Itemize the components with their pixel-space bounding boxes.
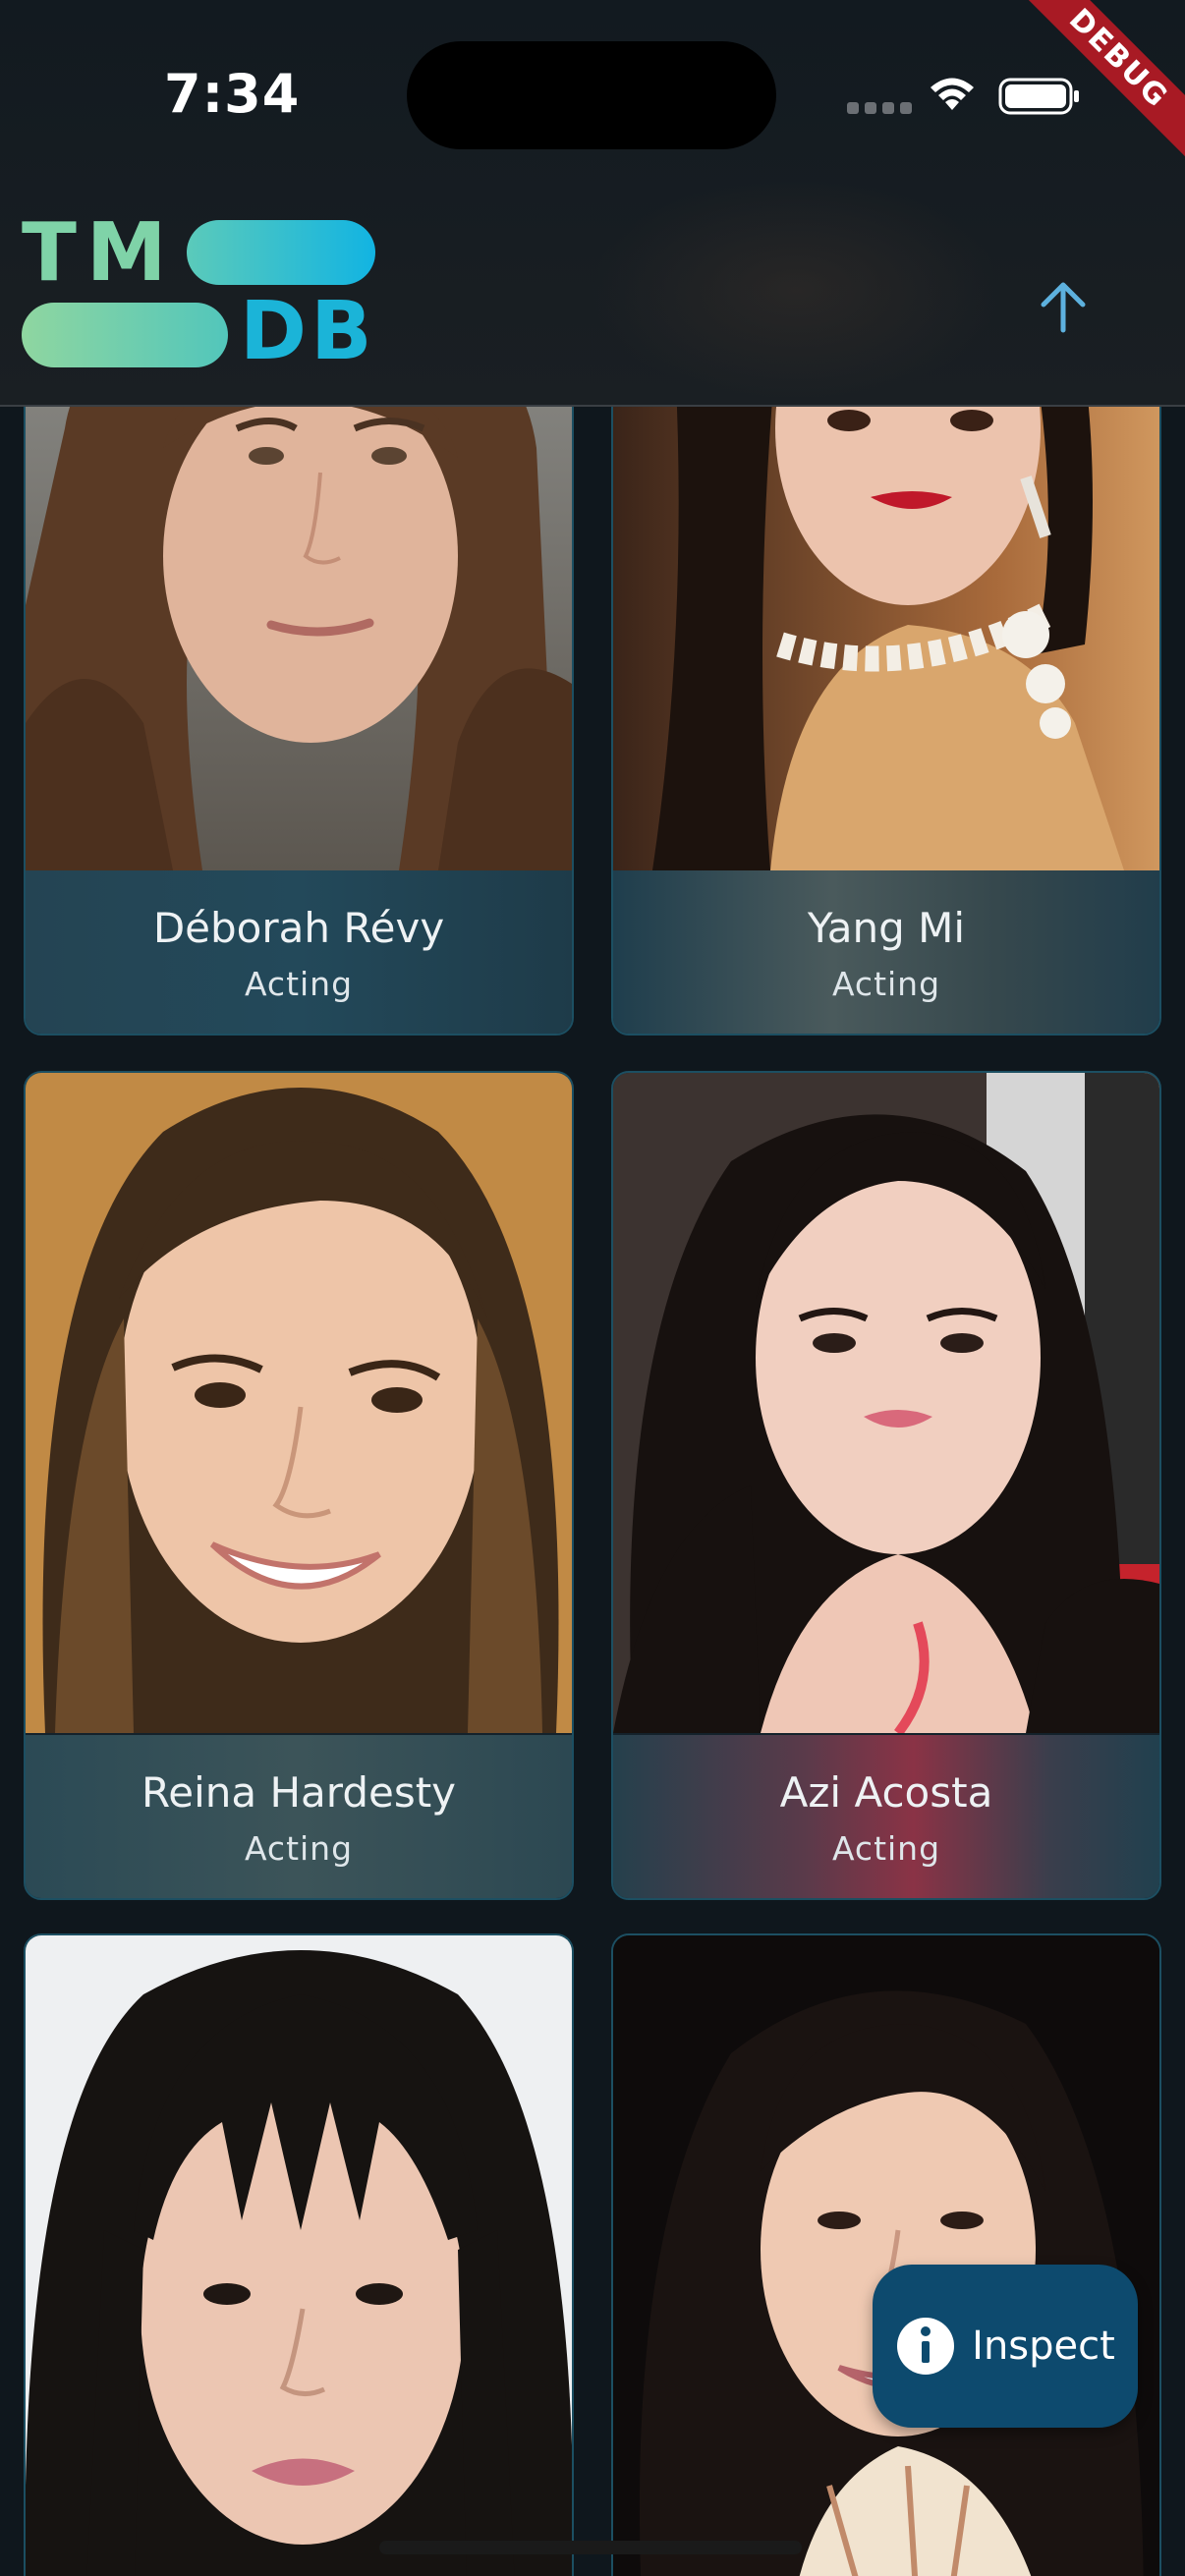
profile-photo [26,1935,572,2576]
person-card[interactable] [611,1933,1161,2576]
person-department: Acting [244,965,354,1003]
person-card[interactable] [24,1933,574,2576]
card-caption: Déborah Révy Acting [26,870,572,1034]
person-department: Acting [244,1829,354,1868]
tmdb-logo: TM DB [22,206,375,378]
status-bar: 7:34 [0,0,1185,172]
person-card-azi-acosta[interactable]: Azi Acosta Acting [611,1071,1161,1900]
cellular-signal-icon [847,102,912,114]
home-indicator[interactable] [379,2541,802,2554]
person-card-deborah-revy[interactable]: Déborah Révy Acting [24,308,574,1036]
logo-text-tm: TM [22,206,177,300]
profile-photo [613,1073,1159,1733]
person-department: Acting [831,965,941,1003]
inspect-label: Inspect [972,2324,1115,2369]
logo-pill-bottom [22,303,228,367]
arrow-up-icon [1041,282,1086,333]
dynamic-island [407,41,776,149]
person-name: Déborah Révy [152,904,445,952]
card-caption: Reina Hardesty Acting [26,1735,572,1898]
logo-pill-top [187,220,375,285]
person-card-reina-hardesty[interactable]: Reina Hardesty Acting [24,1071,574,1900]
person-card-yang-mi[interactable]: Yang Mi Acting [611,308,1161,1036]
person-name: Yang Mi [807,904,966,952]
inspect-button[interactable]: Inspect [873,2265,1138,2428]
info-icon [897,2318,955,2375]
app-root: Déborah Révy Acting Yang Mi Acting Reina… [0,0,1185,2576]
profile-photo [613,1935,1159,2576]
profile-photo [26,1073,572,1733]
person-name: Reina Hardesty [141,1768,457,1817]
person-name: Azi Acosta [779,1768,993,1817]
status-time: 7:34 [164,63,301,125]
card-caption: Yang Mi Acting [613,870,1159,1034]
logo-text-db: DB [240,285,376,378]
card-caption: Azi Acosta Acting [613,1735,1159,1898]
scroll-to-top-button[interactable] [1022,265,1104,348]
person-department: Acting [831,1829,941,1868]
wifi-icon [931,78,974,110]
battery-icon [998,78,1079,115]
